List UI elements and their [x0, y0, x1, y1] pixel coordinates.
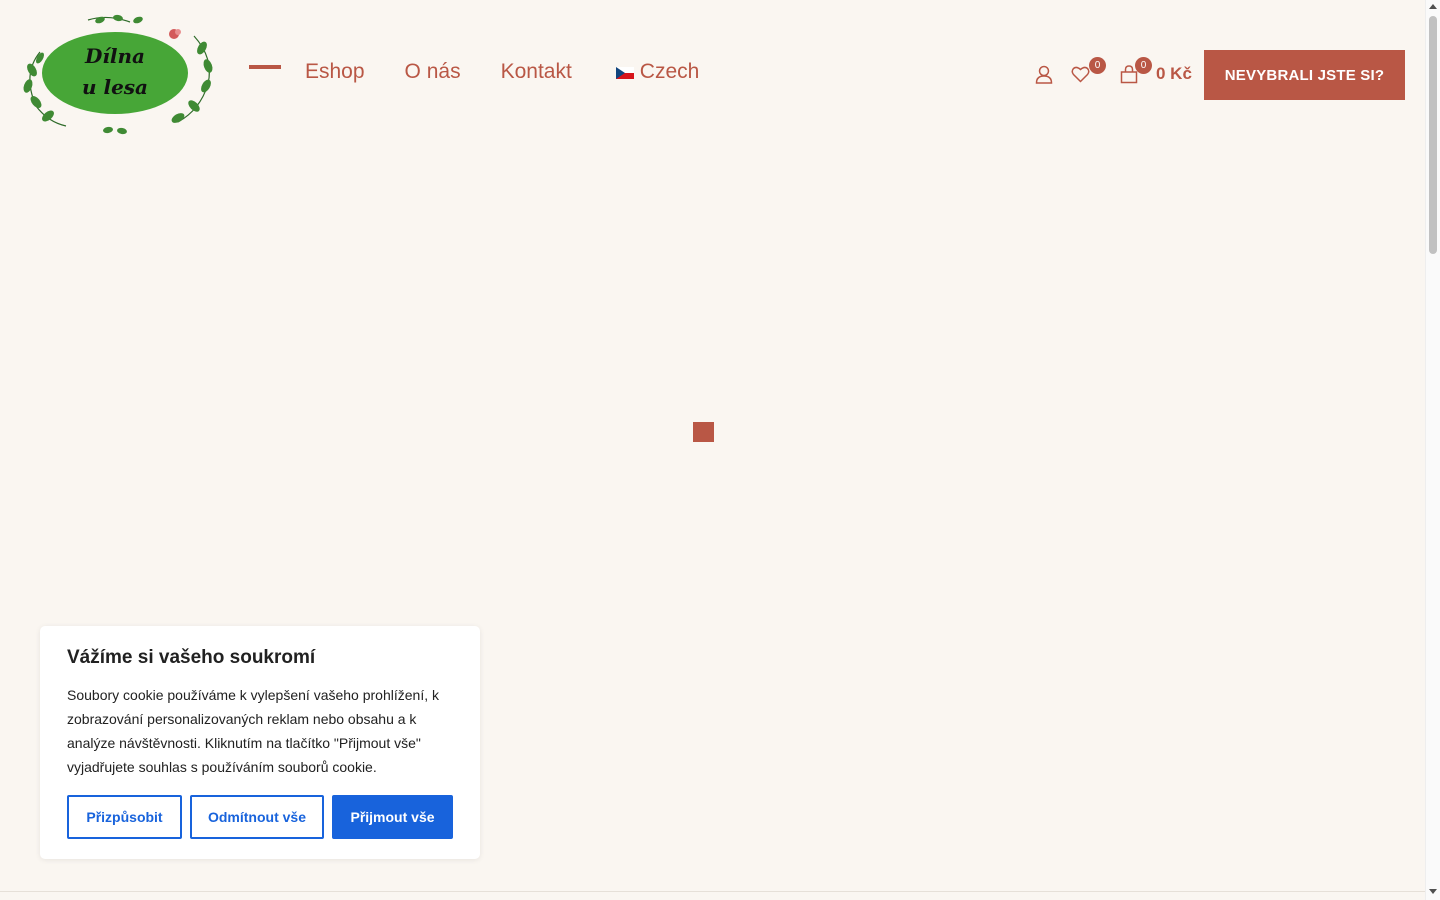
logo-text-line1: Dílna [84, 44, 146, 68]
language-label: Czech [639, 60, 700, 83]
menu-toggle-dash[interactable] [249, 65, 281, 69]
language-switcher[interactable]: Czech [615, 60, 700, 84]
scroll-down-arrow-icon[interactable] [1429, 889, 1437, 894]
scrollbar-thumb[interactable] [1429, 16, 1437, 254]
wishlist-button[interactable] [1071, 66, 1090, 88]
reject-all-button[interactable]: Odmítnout vše [190, 795, 324, 839]
cookie-title: Vážíme si vašeho soukromí [67, 647, 316, 668]
main-nav: Eshop O nás Kontakt Czech [305, 60, 739, 84]
wishlist-count-badge: 0 [1089, 57, 1106, 74]
cta-button[interactable]: NEVYBRALI JSTE SI? [1204, 50, 1405, 100]
cookie-text: Soubory cookie používáme k vylepšení vaš… [67, 687, 439, 775]
nav-item-kontakt[interactable]: Kontakt [501, 60, 572, 84]
footer-divider [0, 891, 1425, 892]
page-loader [693, 422, 714, 442]
customize-button[interactable]: Přizpůsobit [67, 795, 182, 839]
heart-icon [1071, 66, 1090, 83]
vertical-scrollbar[interactable] [1425, 0, 1440, 900]
logo-text: Dílna u lesa [42, 41, 188, 103]
nav-item-o-nas[interactable]: O nás [405, 60, 461, 84]
nav-item-eshop[interactable]: Eshop [305, 60, 365, 84]
cookie-consent-banner: Vážíme si vašeho soukromí Soubory cookie… [40, 626, 480, 859]
user-icon [1035, 65, 1053, 84]
page: Dílna u lesa Eshop O nás Kontakt Czech 0 [0, 0, 1425, 900]
scroll-up-arrow-icon[interactable] [1429, 4, 1437, 9]
account-button[interactable] [1035, 65, 1053, 89]
accept-all-button[interactable]: Přijmout vše [332, 795, 453, 839]
site-logo[interactable]: Dílna u lesa [18, 14, 216, 136]
czech-flag-icon [615, 67, 634, 79]
cart-total[interactable]: 0 Kč [1156, 64, 1192, 84]
cart-count-badge: 0 [1135, 57, 1152, 74]
logo-text-line2: u lesa [81, 75, 149, 99]
